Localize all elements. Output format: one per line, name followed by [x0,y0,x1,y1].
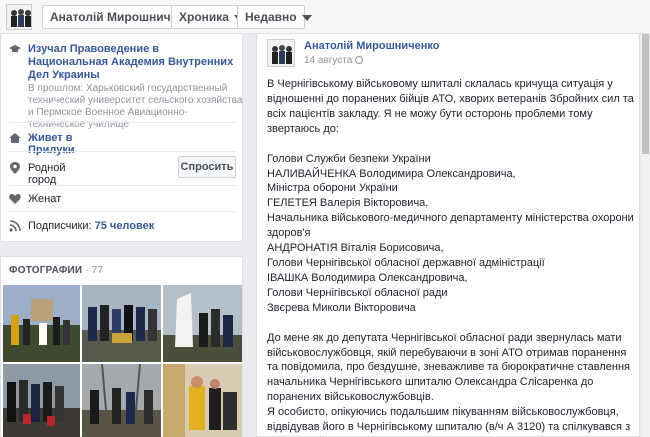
chronicle-dropdown[interactable]: Хроника [171,5,244,29]
divider [9,211,236,212]
education-previous: В прошлом: Харьковский государственный т… [28,83,243,130]
post-body: В Чернігівському військовому шпиталі скл… [267,77,635,437]
avatar-image [7,5,31,29]
post-paragraph: До мене як до депутата Чернігівської обл… [267,331,630,404]
photo-image [82,364,161,437]
recipient-line: АНДРОНАТІЯ Віталія Борисовича, [267,242,444,255]
post-author-name[interactable]: Анатолій Мирошниченко [304,40,439,52]
recent-label: Недавно [245,10,297,24]
lives-in-link[interactable]: Живет в Прилуки [28,132,75,156]
photo-image [82,285,161,362]
post-author-avatar[interactable] [267,39,295,67]
photos-count: 77 [91,265,104,276]
top-bar: Анатолій Мирошниченко Хроника Недавно [0,0,650,34]
recipient-line: Голови Чернігівської обласної ради [267,286,448,299]
photo-image [3,285,80,362]
recipient-line: Звєрева Миколи Вікторовича [267,301,416,314]
photo-thumbnail[interactable] [163,364,242,437]
recipient-line: Голови Служби безпеки України [267,152,431,165]
recipient-line: ІВАШКА Володимира Олександровича, [267,271,468,284]
profile-name-button[interactable]: Анатолій Мирошниченко [42,5,198,29]
ask-button[interactable]: Спросить [178,156,236,178]
post-timestamp[interactable]: 14 августа [304,55,364,66]
followers-link[interactable]: 75 человек [95,220,155,232]
photo-image [163,364,242,437]
globe-icon [355,56,364,64]
photos-header[interactable]: ФОТОГРАФИИ · 77 [9,265,103,276]
chevron-down-icon [301,14,312,21]
divider [9,122,236,123]
photo-thumbnail[interactable] [82,364,161,437]
page-scrollbar[interactable] [641,34,650,437]
photos-separator: · [85,265,89,276]
post-date-label: 14 августа [304,55,353,66]
home-icon [9,133,21,143]
relationship-label: Женат [28,193,62,205]
recipient-line: НАЛИВАЙЧЕНКА Володимира Олександровича, [267,167,516,180]
photo-thumbnail[interactable] [163,285,242,362]
post-paragraph: В Чернігівському військовому шпиталі скл… [267,78,634,135]
rss-icon [9,220,21,232]
graduation-cap-icon [9,45,21,52]
followers-label: Подписчики: [28,220,92,232]
photo-thumbnail[interactable] [3,285,80,362]
avatar-image [268,40,294,66]
followers-text: Подписчики: 75 человек [28,220,154,232]
recipient-line: ГЕЛЕТЕЯ Валерія Вікторовича, [267,197,429,210]
photo-image [3,364,80,437]
post-paragraph: Я особисто, опікуючись подальшим пікуван… [267,406,631,437]
photos-card: ФОТОГРАФИИ · 77 [0,256,243,437]
divider [9,185,236,186]
scrollbar-thumb[interactable] [642,34,649,154]
photo-thumbnail[interactable] [82,285,161,362]
photo-thumbnail[interactable] [3,364,80,437]
recipient-line: Голови Чернігівської обласної державної … [267,256,545,269]
chronicle-label: Хроника [179,10,229,24]
recent-dropdown[interactable]: Недавно [237,5,312,29]
photo-image [163,285,242,362]
location-pin-icon [10,162,20,174]
divider [9,151,236,152]
recipient-line: Начальника військового-медичного департа… [267,212,634,240]
education-title[interactable]: Изучал Правоведение в Национальная Акаде… [28,43,238,82]
post-card: Анатолій Мирошниченко 14 августа В Черні… [256,34,640,437]
recipient-line: Міністра оборони України [267,182,398,195]
photos-title: ФОТОГРАФИИ [9,265,83,276]
about-card: Изучал Правоведение в Национальная Акаде… [0,34,243,242]
heart-icon [9,194,21,204]
hometown-label: Родной город [28,162,66,186]
profile-avatar[interactable] [6,4,32,30]
